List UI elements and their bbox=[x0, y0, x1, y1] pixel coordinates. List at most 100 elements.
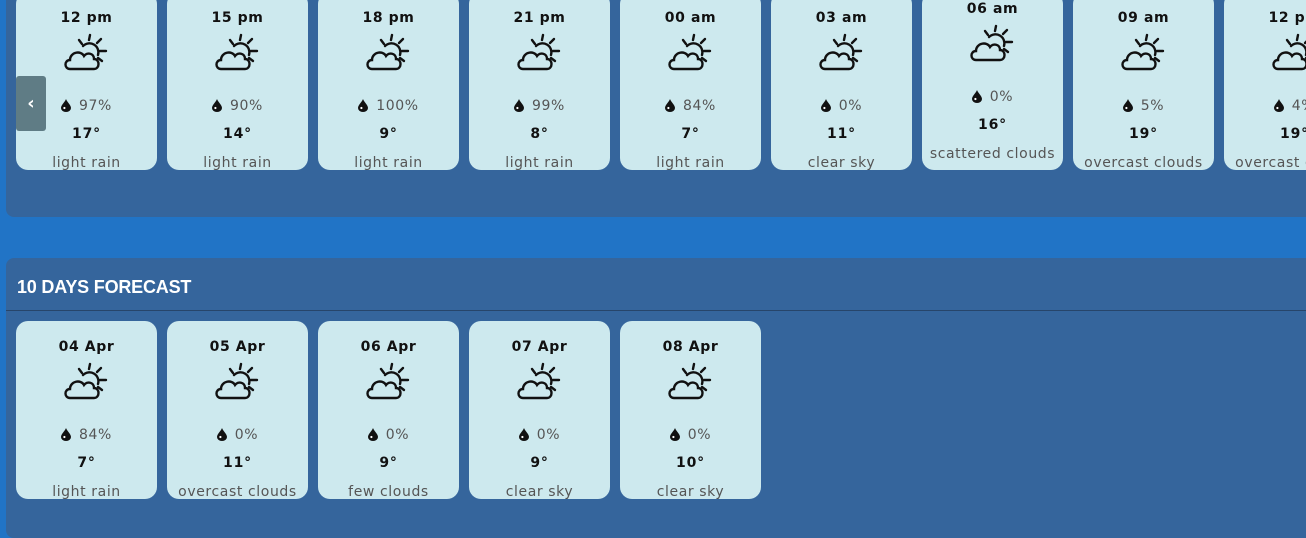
raindrop-icon bbox=[972, 90, 982, 103]
hourly-card: 06 am 0% 16° scattered clouds bbox=[922, 0, 1063, 170]
temperature: 16° bbox=[922, 117, 1063, 133]
partly-cloudy-icon bbox=[213, 32, 263, 76]
temperature: 9° bbox=[318, 455, 459, 471]
hourly-card-time: 00 am bbox=[620, 10, 761, 26]
daily-card-time: 04 Apr bbox=[16, 339, 157, 355]
daily-card: 07 Apr 0% 9° clear sky bbox=[469, 321, 610, 499]
daily-card: 04 Apr84%7°light rain bbox=[16, 321, 157, 499]
hourly-card-time: 09 am bbox=[1073, 10, 1214, 26]
raindrop-icon bbox=[519, 428, 529, 441]
weather-description: light rain bbox=[318, 154, 459, 172]
rain-chance: 0% bbox=[771, 98, 912, 114]
hourly-card: 15 pm 90% 14° light rain bbox=[167, 0, 308, 170]
weather-description: clear sky bbox=[469, 483, 610, 501]
rain-chance-value: 5% bbox=[1141, 98, 1164, 114]
raindrop-icon bbox=[514, 99, 524, 112]
weather-description: overcast clouds bbox=[1224, 154, 1306, 172]
rain-chance: 4% bbox=[1224, 98, 1306, 114]
raindrop-icon bbox=[1123, 99, 1133, 112]
hourly-card: 12 pm 4% 19° overcast clouds bbox=[1224, 0, 1306, 170]
raindrop-icon bbox=[665, 99, 675, 112]
weather-description: light rain bbox=[16, 483, 157, 501]
partly-cloudy-icon bbox=[62, 361, 112, 405]
rain-chance-value: 0% bbox=[839, 98, 862, 114]
rain-chance: 5% bbox=[1073, 98, 1214, 114]
raindrop-icon bbox=[670, 428, 680, 441]
rain-chance-value: 0% bbox=[537, 427, 560, 443]
hourly-card: 00 am 84% 7° light rain bbox=[620, 0, 761, 170]
rain-chance: 0% bbox=[318, 427, 459, 443]
rain-chance: 0% bbox=[620, 427, 761, 443]
hourly-card: 09 am 5% 19° overcast clouds bbox=[1073, 0, 1214, 170]
weather-description: light rain bbox=[620, 154, 761, 172]
rain-chance-value: 97% bbox=[79, 98, 112, 114]
rain-chance: 100% bbox=[318, 98, 459, 114]
raindrop-icon bbox=[217, 428, 227, 441]
section-title: 10 DAYS FORECAST bbox=[17, 277, 191, 298]
hourly-card-time: 12 pm bbox=[16, 10, 157, 26]
temperature: 19° bbox=[1073, 126, 1214, 142]
temperature: 19° bbox=[1224, 126, 1306, 142]
rain-chance-value: 100% bbox=[376, 98, 418, 114]
chevron-left-icon: ‹ bbox=[27, 93, 34, 114]
weather-description: overcast clouds bbox=[1073, 154, 1214, 172]
daily-card-time: 08 Apr bbox=[620, 339, 761, 355]
rain-chance: 84% bbox=[620, 98, 761, 114]
partly-cloudy-icon bbox=[364, 32, 414, 76]
weather-description: light rain bbox=[167, 154, 308, 172]
weather-description: light rain bbox=[16, 154, 157, 172]
temperature: 9° bbox=[469, 455, 610, 471]
weather-description: light rain bbox=[469, 154, 610, 172]
raindrop-icon bbox=[1274, 99, 1284, 112]
hourly-card: 03 am0%11°clear sky bbox=[771, 0, 912, 170]
partly-cloudy-icon bbox=[666, 32, 716, 76]
partly-cloudy-icon bbox=[968, 23, 1018, 67]
rain-chance-value: 0% bbox=[688, 427, 711, 443]
daily-card: 08 Apr 0% 10° clear sky bbox=[620, 321, 761, 499]
daily-card: 05 Apr0%11°overcast clouds bbox=[167, 321, 308, 499]
temperature: 10° bbox=[620, 455, 761, 471]
rain-chance: 0% bbox=[167, 427, 308, 443]
hourly-card-time: 06 am bbox=[922, 1, 1063, 17]
hourly-card: 21 pm 99% 8° light rain bbox=[469, 0, 610, 170]
rain-chance-value: 4% bbox=[1292, 98, 1306, 114]
partly-cloudy-icon bbox=[62, 32, 112, 76]
rain-chance-value: 0% bbox=[235, 427, 258, 443]
raindrop-icon bbox=[358, 99, 368, 112]
raindrop-icon bbox=[212, 99, 222, 112]
rain-chance-value: 0% bbox=[990, 89, 1013, 105]
temperature: 14° bbox=[167, 126, 308, 142]
partly-cloudy-icon bbox=[817, 32, 867, 76]
weather-description: clear sky bbox=[620, 483, 761, 501]
hourly-card-time: 12 pm bbox=[1224, 10, 1306, 26]
rain-chance: 84% bbox=[16, 427, 157, 443]
weather-description: few clouds bbox=[318, 483, 459, 501]
partly-cloudy-icon bbox=[364, 361, 414, 405]
raindrop-icon bbox=[61, 99, 71, 112]
rain-chance: 90% bbox=[167, 98, 308, 114]
partly-cloudy-icon bbox=[1119, 32, 1169, 76]
raindrop-icon bbox=[821, 99, 831, 112]
temperature: 7° bbox=[620, 126, 761, 142]
daily-card-time: 06 Apr bbox=[318, 339, 459, 355]
rain-chance-value: 84% bbox=[79, 427, 112, 443]
rain-chance: 0% bbox=[922, 89, 1063, 105]
hourly-card-time: 21 pm bbox=[469, 10, 610, 26]
weather-description: overcast clouds bbox=[167, 483, 308, 501]
rain-chance: 99% bbox=[469, 98, 610, 114]
raindrop-icon bbox=[368, 428, 378, 441]
temperature: 8° bbox=[469, 126, 610, 142]
rain-chance-value: 84% bbox=[683, 98, 716, 114]
hourly-card-time: 15 pm bbox=[167, 10, 308, 26]
daily-card-time: 07 Apr bbox=[469, 339, 610, 355]
temperature: 11° bbox=[167, 455, 308, 471]
daily-card: 06 Apr 0% 9° few clouds bbox=[318, 321, 459, 499]
hourly-card-time: 18 pm bbox=[318, 10, 459, 26]
weather-description: scattered clouds bbox=[922, 145, 1063, 163]
temperature: 9° bbox=[318, 126, 459, 142]
rain-chance-value: 0% bbox=[386, 427, 409, 443]
previous-button[interactable]: ‹ bbox=[16, 76, 46, 131]
hourly-card-time: 03 am bbox=[771, 10, 912, 26]
partly-cloudy-icon bbox=[515, 32, 565, 76]
partly-cloudy-icon bbox=[213, 361, 263, 405]
